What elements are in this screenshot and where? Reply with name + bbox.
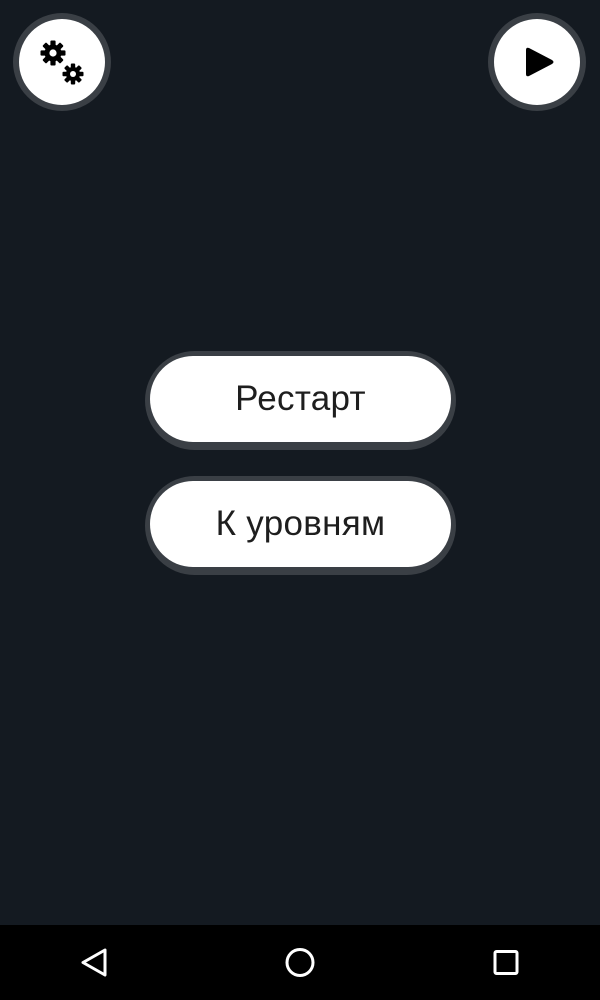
play-button[interactable] (488, 13, 586, 111)
restart-button-face: Рестарт (150, 356, 451, 442)
restart-button[interactable]: Рестарт (145, 351, 456, 450)
settings-button[interactable] (13, 13, 111, 111)
system-navigation-bar (0, 925, 600, 1000)
recents-square-icon (493, 950, 519, 975)
to-levels-button-label: К уровням (215, 504, 386, 543)
back-triangle-icon (81, 948, 107, 977)
restart-button-label: Рестарт (235, 379, 366, 418)
nav-back-button[interactable] (54, 925, 134, 1000)
to-levels-button-face: К уровням (150, 481, 451, 567)
gears-icon (40, 40, 84, 85)
play-icon (526, 47, 554, 77)
to-levels-button[interactable]: К уровням (145, 476, 456, 575)
game-menu-screen: Рестарт К уровням (0, 0, 600, 925)
home-circle-icon (285, 948, 315, 977)
nav-recents-button[interactable] (466, 925, 546, 1000)
nav-home-button[interactable] (260, 925, 340, 1000)
